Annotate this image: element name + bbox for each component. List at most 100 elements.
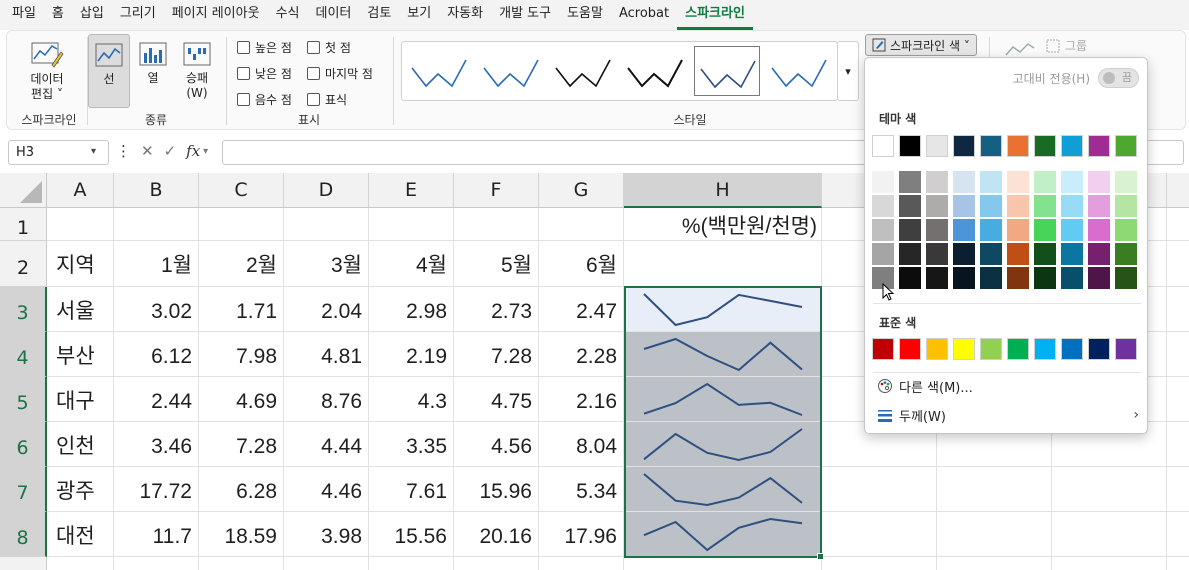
theme-shade-swatch[interactable] — [926, 195, 948, 217]
theme-shade-swatch[interactable] — [1034, 243, 1056, 265]
theme-shade-swatch[interactable] — [953, 171, 975, 193]
style-thumb-selected[interactable] — [694, 46, 760, 96]
fill-handle[interactable] — [817, 553, 824, 560]
standard-color-swatch[interactable] — [1034, 338, 1056, 360]
theme-shade-swatch[interactable] — [1088, 243, 1110, 265]
theme-shade-swatch[interactable] — [953, 195, 975, 217]
standard-color-swatch[interactable] — [953, 338, 975, 360]
menu-item[interactable]: 검토 — [359, 0, 399, 30]
theme-color-swatch[interactable] — [1007, 135, 1029, 157]
theme-shade-swatch[interactable] — [872, 171, 894, 193]
winloss-type-button[interactable]: 승패 (W) — [177, 40, 217, 101]
theme-shade-swatch[interactable] — [1061, 267, 1083, 289]
menu-item[interactable]: 수식 — [268, 0, 308, 30]
menu-item[interactable]: 삽입 — [72, 0, 112, 30]
theme-shade-swatch[interactable] — [1088, 171, 1110, 193]
theme-shade-swatch[interactable] — [926, 267, 948, 289]
theme-shade-swatch[interactable] — [872, 195, 894, 217]
theme-shade-swatch[interactable] — [980, 195, 1002, 217]
theme-shade-swatch[interactable] — [1061, 195, 1083, 217]
theme-shade-swatch[interactable] — [1061, 219, 1083, 241]
theme-shade-swatch[interactable] — [1007, 267, 1029, 289]
menu-item[interactable]: 페이지 레이아웃 — [164, 0, 268, 30]
theme-color-swatch[interactable] — [872, 135, 894, 157]
checkbox-low-point[interactable]: 낮은 점 — [237, 65, 292, 82]
theme-shade-swatch[interactable] — [1115, 267, 1137, 289]
theme-color-swatch[interactable] — [1115, 135, 1137, 157]
theme-shade-swatch[interactable] — [926, 243, 948, 265]
sparkline-color-button[interactable]: 스파크라인 색 ˅ — [865, 34, 977, 56]
column-type-button[interactable]: 열 — [135, 40, 171, 86]
theme-shade-swatch[interactable] — [1061, 243, 1083, 265]
menu-item[interactable]: 그리기 — [112, 0, 164, 30]
standard-color-swatch[interactable] — [1061, 338, 1083, 360]
style-thumb[interactable] — [550, 46, 616, 96]
menu-item[interactable]: 홈 — [44, 0, 72, 30]
theme-color-swatch[interactable] — [899, 135, 921, 157]
theme-shade-swatch[interactable] — [1115, 219, 1137, 241]
theme-color-swatch[interactable] — [1034, 135, 1056, 157]
group-button[interactable]: 그룹 — [1045, 37, 1087, 54]
theme-shade-swatch[interactable] — [1088, 219, 1110, 241]
checkbox-last-point[interactable]: 마지막 점 — [307, 65, 373, 82]
menu-item[interactable]: 도움말 — [559, 0, 611, 30]
theme-shade-swatch[interactable] — [899, 171, 921, 193]
theme-shade-swatch[interactable] — [953, 243, 975, 265]
more-icon[interactable]: ⋮ — [116, 142, 131, 160]
theme-shade-swatch[interactable] — [899, 267, 921, 289]
style-thumb[interactable] — [622, 46, 688, 96]
cancel-icon[interactable]: ✕ — [141, 142, 154, 160]
menu-item[interactable]: 데이터 — [307, 0, 359, 30]
style-thumb[interactable] — [478, 46, 544, 96]
theme-shade-swatch[interactable] — [980, 267, 1002, 289]
checkbox-negative-point[interactable]: 음수 점 — [237, 91, 292, 108]
chevron-down-icon[interactable]: ▾ — [91, 146, 96, 157]
theme-color-swatch[interactable] — [1061, 135, 1083, 157]
line-type-button[interactable]: 선 — [88, 34, 130, 108]
checkbox-first-point[interactable]: 첫 점 — [307, 39, 351, 56]
checkbox-markers[interactable]: 표식 — [307, 91, 347, 108]
standard-color-swatch[interactable] — [1088, 338, 1110, 360]
standard-color-swatch[interactable] — [899, 338, 921, 360]
standard-color-swatch[interactable] — [872, 338, 894, 360]
theme-shade-swatch[interactable] — [1115, 243, 1137, 265]
theme-shade-swatch[interactable] — [953, 267, 975, 289]
enter-icon[interactable]: ✓ — [164, 142, 177, 160]
theme-shade-swatch[interactable] — [980, 171, 1002, 193]
theme-shade-swatch[interactable] — [1088, 195, 1110, 217]
theme-color-swatch[interactable] — [953, 135, 975, 157]
edit-data-button[interactable]: 데이터 편집 ˅ — [19, 39, 75, 102]
style-thumb[interactable] — [406, 46, 472, 96]
theme-color-swatch[interactable] — [980, 135, 1002, 157]
menu-item[interactable]: 파일 — [4, 0, 44, 30]
checkbox-high-point[interactable]: 높은 점 — [237, 39, 292, 56]
standard-color-swatch[interactable] — [926, 338, 948, 360]
theme-shade-swatch[interactable] — [899, 195, 921, 217]
high-contrast-toggle[interactable]: 끔 — [1098, 68, 1139, 88]
theme-shade-swatch[interactable] — [926, 171, 948, 193]
theme-shade-swatch[interactable] — [899, 219, 921, 241]
standard-color-swatch[interactable] — [980, 338, 1002, 360]
theme-shade-swatch[interactable] — [1115, 195, 1137, 217]
more-colors-item[interactable]: 다른 색(M)... — [877, 376, 1139, 396]
gallery-more-button[interactable]: ▾ — [837, 41, 859, 101]
style-thumb[interactable] — [766, 46, 832, 96]
menu-item[interactable]: 개발 도구 — [491, 0, 559, 30]
theme-shade-swatch[interactable] — [1088, 267, 1110, 289]
theme-color-swatch[interactable] — [926, 135, 948, 157]
theme-shade-swatch[interactable] — [872, 219, 894, 241]
standard-color-swatch[interactable] — [1007, 338, 1029, 360]
theme-shade-swatch[interactable] — [1007, 219, 1029, 241]
theme-shade-swatch[interactable] — [1034, 267, 1056, 289]
theme-shade-swatch[interactable] — [980, 219, 1002, 241]
theme-shade-swatch[interactable] — [1034, 171, 1056, 193]
theme-shade-swatch[interactable] — [1061, 171, 1083, 193]
theme-shade-swatch[interactable] — [980, 243, 1002, 265]
standard-color-swatch[interactable] — [1115, 338, 1137, 360]
menu-item[interactable]: 자동화 — [439, 0, 491, 30]
theme-shade-swatch[interactable] — [1034, 195, 1056, 217]
menu-item[interactable]: Acrobat — [611, 0, 677, 30]
menu-item[interactable]: 스파크라인 — [677, 0, 753, 30]
chevron-down-icon[interactable]: ▾ — [203, 146, 208, 157]
theme-shade-swatch[interactable] — [1007, 171, 1029, 193]
